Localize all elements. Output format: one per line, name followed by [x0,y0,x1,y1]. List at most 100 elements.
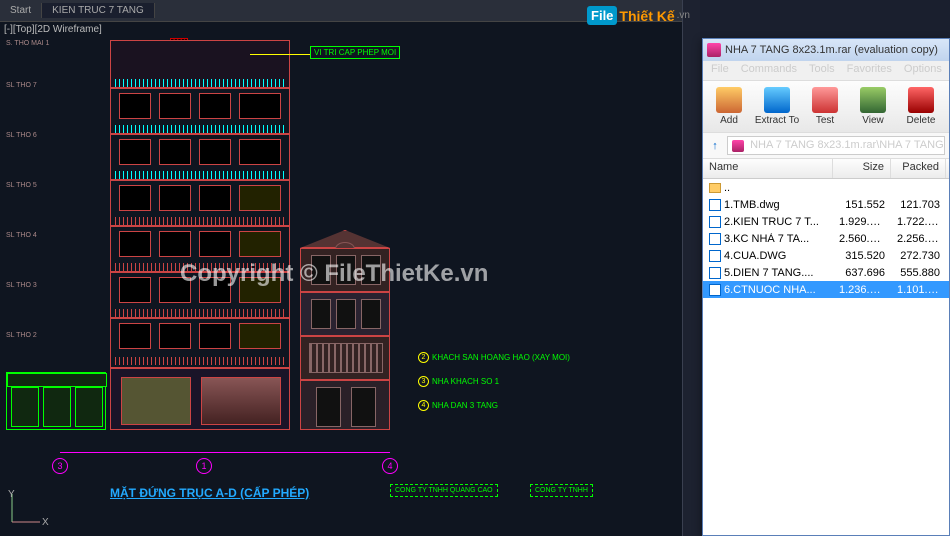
annotation-num-icon: 2 [418,352,429,363]
delete-button[interactable]: Delete [897,83,945,130]
view-button[interactable]: View [849,83,897,130]
menu-favorites[interactable]: Favorites [841,61,898,80]
btn-label: View [862,115,884,126]
level-label: SL THO 6 [6,132,37,139]
window [199,277,231,303]
window [239,139,281,165]
file-name: 1.TMB.dwg [724,199,780,211]
cad-view-mode[interactable]: [-][Top][2D Wireframe] [4,24,102,35]
file-row[interactable]: 1.TMB.dwg151.552121.703 [703,196,949,213]
house-floor [300,292,390,336]
col-size-header[interactable]: Size [833,159,891,178]
window [199,185,231,211]
winrar-file-list[interactable]: .. 1.TMB.dwg151.552121.703 2.KIEN TRUC 7 T… [703,179,949,535]
btn-label: Delete [907,115,936,126]
file-name: 6.CTNUOC NHA... [724,284,816,296]
file-name: 4.CUA.DWG [724,250,786,262]
railing [115,357,285,365]
file-row[interactable]: 6.CTNUOC NHA...1.236.2881.101.271 [703,281,949,298]
file-size: 2.560.928 [833,233,891,245]
window [239,323,281,349]
path-field[interactable]: NHA 7 TANG 8x23.1m.rar\NHA 7 TANG [727,136,945,154]
file-name: .. [724,182,730,194]
window [361,255,381,285]
winrar-menubar: File Commands Tools Favorites Options He [703,61,949,81]
panel-divider[interactable] [682,0,700,536]
house-ground [300,380,390,430]
floors-stack [110,88,290,368]
menu-commands[interactable]: Commands [735,61,803,80]
up-button[interactable]: ↑ [707,138,723,154]
file-icon [709,233,721,245]
floor [110,88,290,134]
window [159,323,191,349]
winrar-titlebar[interactable]: NHA 7 TANG 8x23.1m.rar (evaluation copy) [703,39,949,61]
window [361,299,381,329]
window [119,139,151,165]
window [336,299,356,329]
file-row[interactable]: 2.KIEN TRUC 7 T...1.929.7601.722.048 [703,213,949,230]
winrar-title-text: NHA 7 TANG 8x23.1m.rar (evaluation copy) [725,44,938,56]
btn-label: Extract To [755,115,799,126]
adjacent-house [300,230,390,430]
file-row[interactable]: 3.KC NHÀ 7 TA... 2.560.9282.256.370 [703,230,949,247]
dimension-line [60,452,390,453]
file-row[interactable]: 5.DIEN 7 TANG....637.696555.880 [703,264,949,281]
house-floor [300,248,390,292]
parent-folder-row[interactable]: .. [703,179,949,196]
col-name-header[interactable]: Name [703,159,833,178]
floor [110,272,290,318]
menu-options[interactable]: Options [898,61,948,80]
file-size: 1.236.288 [833,284,891,296]
door [43,387,71,427]
floor [110,226,290,272]
winrar-column-headers: Name Size Packed [703,159,949,179]
col-packed-header[interactable]: Packed [891,159,946,178]
leader-line [250,54,310,55]
file-row[interactable]: 4.CUA.DWG315.520272.730 [703,247,949,264]
btn-label: Test [816,115,834,126]
window [199,231,231,257]
add-icon [716,87,742,113]
railing [115,79,285,87]
floor-band [110,40,290,88]
cad-canvas[interactable]: S. THO MAI 1 SL THO 7 SL THO 6 SL THO 5 … [0,40,700,536]
floor [110,180,290,226]
window [119,323,151,349]
logo-text: Thiết Kế [619,8,674,24]
railing [115,263,285,271]
file-name: 2.KIEN TRUC 7 T... [724,216,819,228]
level-label: S. THO MAI 1 [6,40,49,47]
file-size: 1.929.760 [833,216,891,228]
menu-tools[interactable]: Tools [803,61,841,80]
winrar-app-icon [707,43,721,57]
door [75,387,103,427]
wall [7,373,107,387]
window [311,299,331,329]
extract-button[interactable]: Extract To [753,83,801,130]
footer-box: CONG TY TNHH [530,484,593,497]
window [336,255,356,285]
file-packed: 2.256.370 [891,233,946,245]
annotation-text: NHA DAN 3 TANG [432,401,498,410]
cad-tab[interactable]: Start [0,3,42,18]
left-adjacent-building [6,372,106,430]
test-icon [812,87,838,113]
test-button[interactable]: Test [801,83,849,130]
file-icon [709,216,721,228]
footer-box: CONG TY TNHH QUANG CAO [390,484,498,497]
window [159,277,191,303]
cad-tab-active[interactable]: KIEN TRUC 7 TANG [42,3,155,18]
annotation-text: KHACH SAN HOANG HAO (XAY MOI) [432,353,570,362]
cad-application: Start KIEN TRUC 7 TANG [-][Top][2D Wiref… [0,0,700,536]
file-name: 3.KC NHÀ 7 TA... [724,233,809,245]
window [199,323,231,349]
delete-icon [908,87,934,113]
railing [115,171,285,179]
menu-file[interactable]: File [705,61,735,80]
door [316,387,341,427]
permit-label: VI TRI CAP PHEP MOI [310,46,400,59]
annotation-text: NHA KHACH SO 1 [432,377,499,386]
add-button[interactable]: Add [705,83,753,130]
view-icon [860,87,886,113]
